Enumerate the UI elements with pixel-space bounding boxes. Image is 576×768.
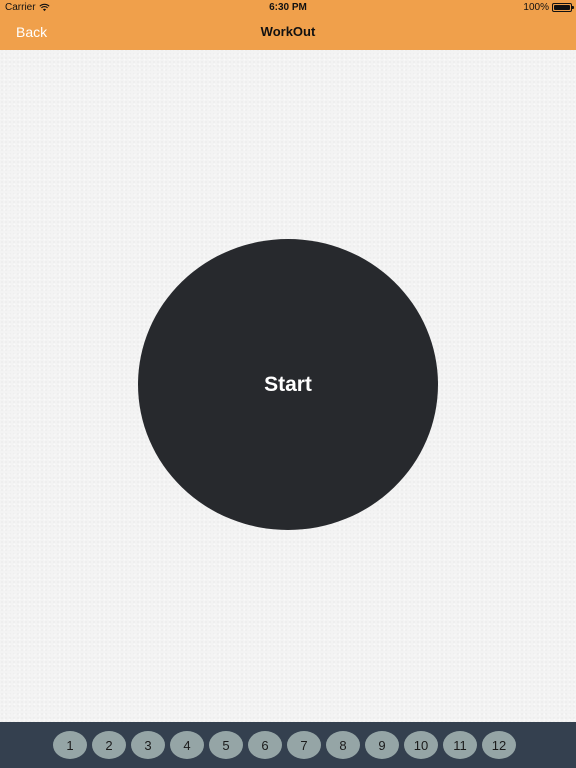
number-button-7[interactable]: 7 [287, 731, 321, 759]
number-button-6[interactable]: 6 [248, 731, 282, 759]
status-bar: Carrier 6:30 PM 100% [0, 0, 576, 16]
app-screen: Carrier 6:30 PM 100% Back WorkOut Start [0, 0, 576, 768]
number-button-3[interactable]: 3 [131, 731, 165, 759]
number-button-2[interactable]: 2 [92, 731, 126, 759]
battery-icon [552, 3, 574, 12]
number-button-1[interactable]: 1 [53, 731, 87, 759]
bottom-bar: 1 2 3 4 5 6 7 8 9 10 11 12 [0, 722, 576, 768]
page-title: WorkOut [260, 24, 316, 39]
top-bar: Carrier 6:30 PM 100% Back WorkOut [0, 0, 576, 50]
battery-percent: 100% [523, 2, 549, 13]
number-button-12[interactable]: 12 [482, 731, 516, 759]
start-button[interactable]: Start [138, 239, 438, 530]
number-button-5[interactable]: 5 [209, 731, 243, 759]
number-button-8[interactable]: 8 [326, 731, 360, 759]
number-button-11[interactable]: 11 [443, 731, 477, 759]
start-label: Start [264, 372, 312, 396]
battery-fill [554, 5, 570, 10]
number-button-4[interactable]: 4 [170, 731, 204, 759]
number-button-list: 1 2 3 4 5 6 7 8 9 10 11 12 [53, 731, 516, 759]
number-button-10[interactable]: 10 [404, 731, 438, 759]
number-button-9[interactable]: 9 [365, 731, 399, 759]
navigation-bar: Back WorkOut [0, 16, 576, 50]
status-time: 6:30 PM [269, 2, 307, 13]
battery-group: 100% [523, 2, 574, 13]
